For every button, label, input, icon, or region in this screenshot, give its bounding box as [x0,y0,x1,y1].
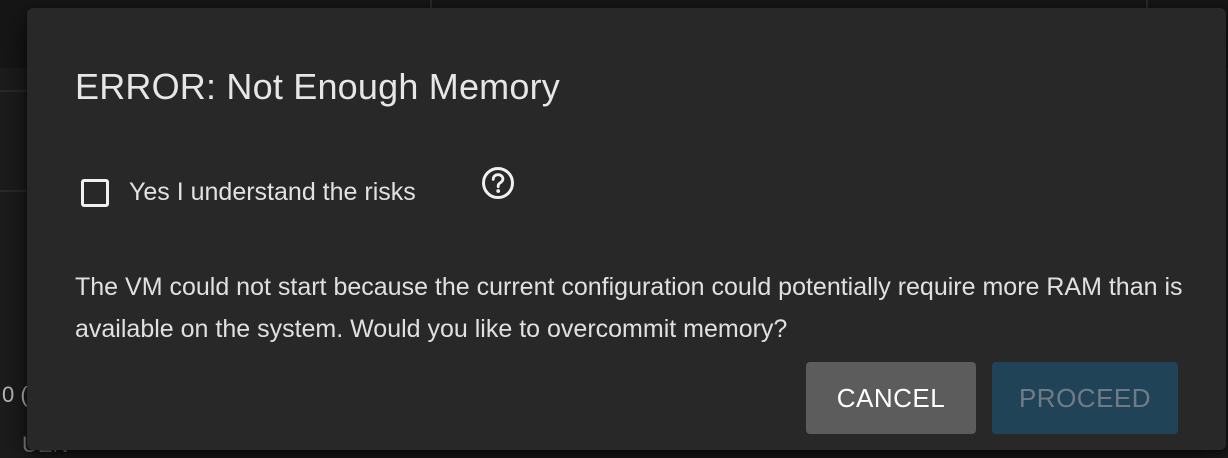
help-circle-icon[interactable] [481,166,515,200]
background-divider [430,0,432,8]
background-divider [0,90,27,92]
proceed-button[interactable]: PROCEED [992,362,1178,434]
understand-risks-checkbox-row[interactable]: Yes I understand the risks [81,178,416,207]
dialog-title: ERROR: Not Enough Memory [75,66,560,107]
help-circle-icon-svg [482,167,514,199]
checkbox-label: Yes I understand the risks [129,178,416,206]
background-divider [0,190,27,192]
cancel-button[interactable]: CANCEL [806,362,976,434]
not-enough-memory-dialog: ERROR: Not Enough Memory Yes I understan… [27,8,1226,450]
background-text: 0 ( [2,382,28,407]
error-message: The VM could not start because the curre… [75,273,1183,343]
understand-risks-checkbox[interactable] [81,178,109,207]
background-divider [1146,0,1148,8]
